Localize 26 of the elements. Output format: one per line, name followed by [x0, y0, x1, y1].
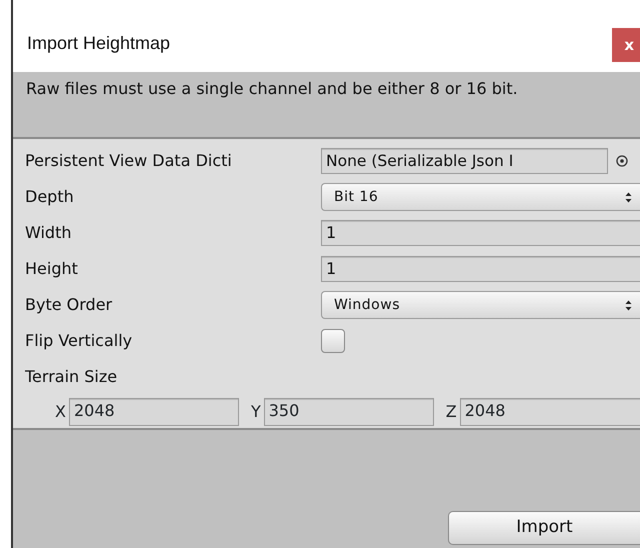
input-field[interactable]: 350	[264, 398, 434, 426]
input-field[interactable]: 2048	[68, 398, 239, 426]
field-label: Terrain Size	[25, 366, 118, 388]
axis-label: Z	[446, 401, 457, 423]
field-label: Byte Order	[25, 294, 114, 316]
window-title: Import Heightmap	[27, 32, 170, 55]
field-label: Persistent View Data Dicti	[25, 150, 233, 172]
input-field[interactable]: 2048	[460, 398, 640, 426]
field-label: Depth	[25, 186, 75, 208]
info-message: Raw files must use a single channel and be either 8 or 16 bit.	[25, 78, 519, 100]
field-label: Flip Vertically	[25, 330, 134, 352]
object-picker-icon[interactable]	[616, 155, 628, 167]
up-down-arrow-icon	[625, 192, 632, 202]
field-label: Width	[25, 222, 72, 244]
import-button[interactable]: Import	[448, 511, 640, 545]
axis-label: X	[55, 401, 66, 423]
close-button[interactable]: x	[612, 28, 640, 62]
input-field[interactable]: 1	[321, 220, 640, 246]
dropdown[interactable]: Windows	[321, 291, 640, 319]
checkbox[interactable]	[321, 329, 345, 353]
input-field[interactable]: 1	[321, 256, 640, 282]
object-field[interactable]: None (Serializable Json I	[321, 148, 608, 174]
dropdown[interactable]: Bit 16	[321, 183, 640, 211]
up-down-arrow-icon	[625, 300, 632, 310]
field-label: Height	[25, 258, 79, 280]
axis-label: Y	[250, 401, 261, 423]
